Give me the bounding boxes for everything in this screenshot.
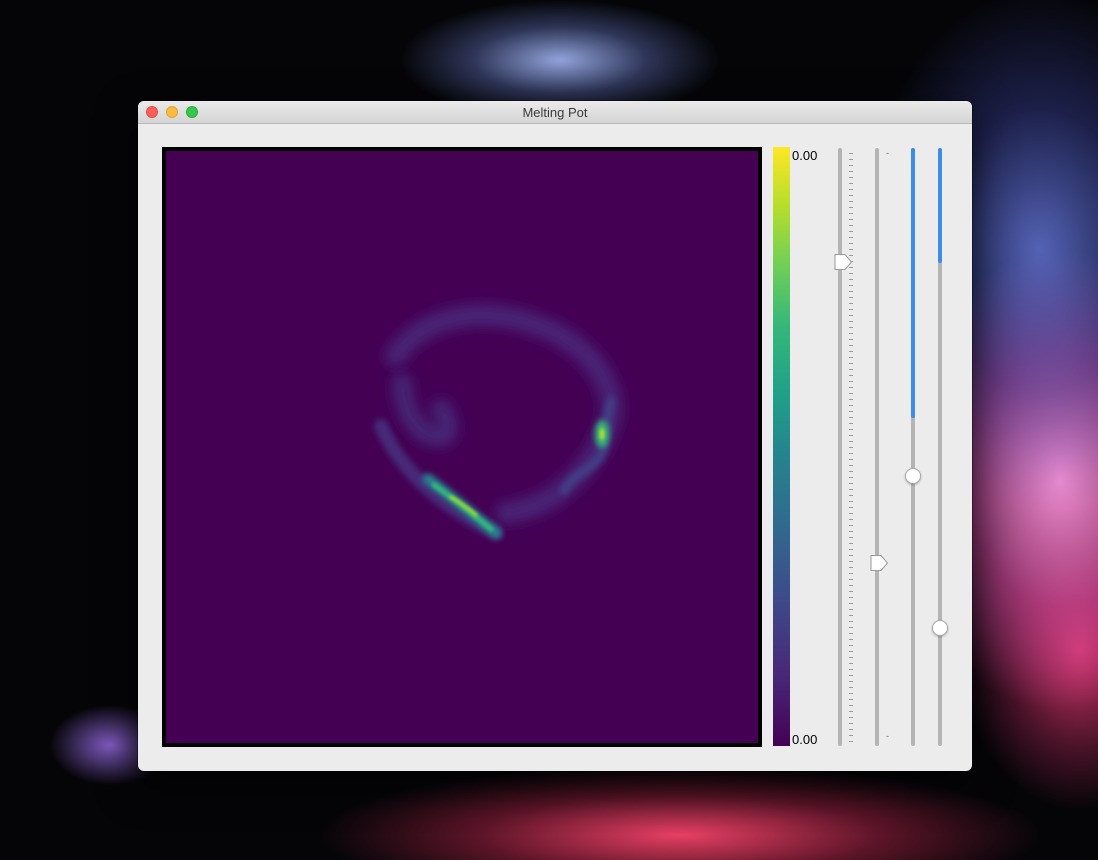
slider-2-track[interactable] [875,148,879,746]
title-bar[interactable]: Melting Pot [138,101,972,124]
heatmap-background [166,151,758,743]
slider-2-bottom-tick: - [886,731,889,741]
slider-4-fill [938,148,942,263]
slider-2-top-tick: - [886,148,889,158]
heatmap-frame [162,147,762,747]
app-window: Melting Pot 0.00 0.00 - - [138,101,972,771]
slider-handle-icon[interactable] [869,554,889,572]
heatmap-plot[interactable] [166,151,758,743]
slider-1-ticks [849,153,853,742]
colorbar [773,147,790,746]
colorbar-max-label: 0.00 [792,148,818,163]
window-title: Melting Pot [522,105,588,120]
colorbar-min-label: 0.00 [792,732,818,747]
slider-handle-icon[interactable] [932,620,948,636]
slider-3-fill [911,148,915,418]
slider-1-track[interactable] [838,148,842,746]
slider-handle-icon[interactable] [833,253,853,271]
slider-handle-icon[interactable] [905,468,921,484]
